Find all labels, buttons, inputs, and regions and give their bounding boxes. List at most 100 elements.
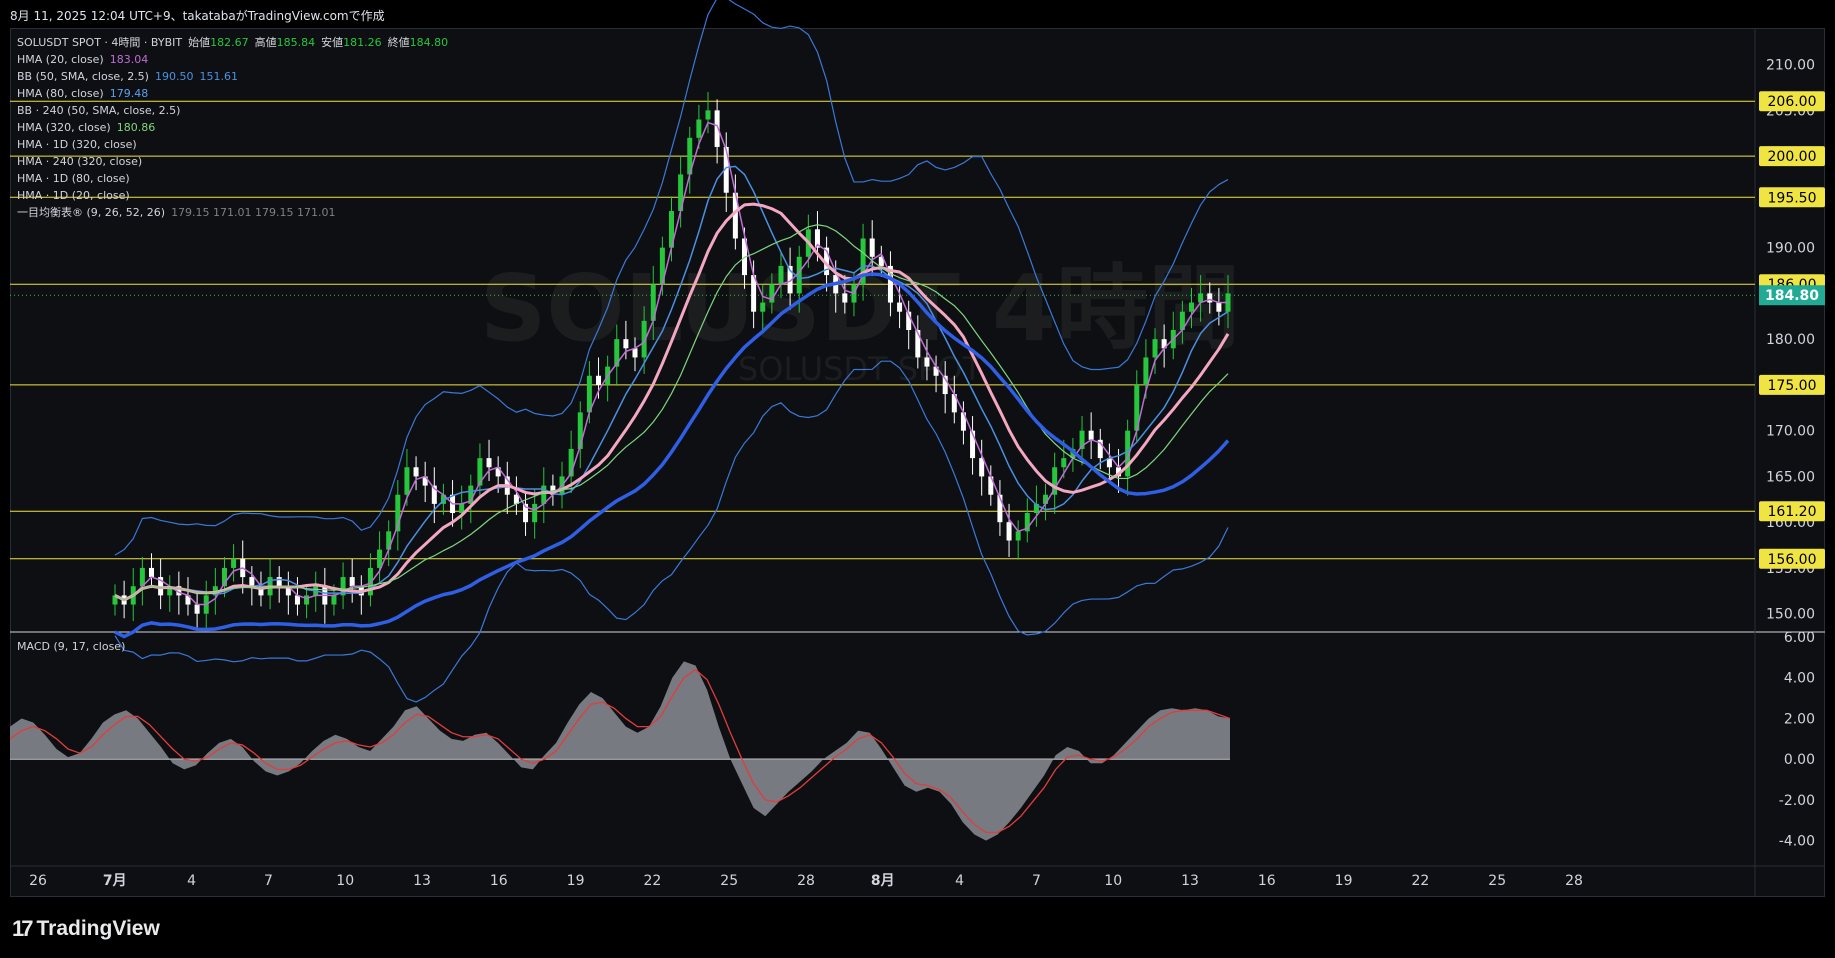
candle-body xyxy=(1216,302,1222,312)
y-tick-label: 210.00 xyxy=(1766,58,1815,74)
indicator-label: 一目均衡表® (9, 26, 52, 26) xyxy=(17,206,166,219)
legend-symbol-row: SOLUSDT SPOT · 4時間 · BYBIT 始値182.67 高値18… xyxy=(17,34,448,51)
legend-indicator-1[interactable]: BB (50, SMA, close, 2.5) 190.50 151.61 xyxy=(17,68,448,85)
candle-body xyxy=(349,577,355,587)
tradingview-logo-icon: 17 xyxy=(12,916,34,941)
indicator-label: HMA · 1D (320, close) xyxy=(17,138,137,151)
bb-lower-band xyxy=(114,360,1229,703)
open-label: 始値 xyxy=(188,36,211,49)
close-label: 終値 xyxy=(387,36,410,49)
watermark-title: SOLUSDT 4時間 xyxy=(480,255,1240,362)
y-tick-label: 190.00 xyxy=(1766,241,1815,257)
x-tick-label: 7 xyxy=(1032,873,1041,889)
level-label: 200.00 xyxy=(1768,149,1817,165)
x-tick-label: 16 xyxy=(1258,873,1276,889)
macd-label: MACD (9, 17, close) xyxy=(17,640,126,653)
indicator-label: HMA (80, close) xyxy=(17,87,104,100)
x-tick-label: 4 xyxy=(955,873,964,889)
x-tick-label: 25 xyxy=(720,873,738,889)
macd-y-tick-label: 0.00 xyxy=(1784,752,1815,768)
indicator-value: 179.15 171.01 179.15 171.01 xyxy=(171,206,336,219)
indicator-label: HMA · 1D (80, close) xyxy=(17,172,130,185)
level-label: 175.00 xyxy=(1768,378,1817,394)
legend-indicator-7[interactable]: HMA · 1D (80, close) xyxy=(17,170,448,187)
macd-y-tick-label: 4.00 xyxy=(1784,671,1815,687)
x-tick-label: 10 xyxy=(1104,873,1122,889)
indicator-value: 190.50 xyxy=(154,70,194,83)
candle-body xyxy=(705,110,711,120)
legend-symbol: SOLUSDT SPOT · 4時間 · BYBIT xyxy=(17,36,183,49)
candle-body xyxy=(404,467,410,495)
x-tick-label: 19 xyxy=(567,873,585,889)
candle-body xyxy=(696,119,702,138)
candle-body xyxy=(1088,430,1094,440)
close-value: 184.80 xyxy=(409,36,449,49)
indicator-value: 180.86 xyxy=(116,121,156,134)
candle-body xyxy=(304,595,310,605)
legend-indicator-3[interactable]: BB · 240 (50, SMA, close, 2.5) xyxy=(17,102,448,119)
candle-body xyxy=(1015,531,1021,541)
candle-body xyxy=(148,567,154,578)
x-tick-label: 8月 xyxy=(871,873,895,889)
indicator-value: 179.48 xyxy=(109,87,149,100)
macd-histogram-area xyxy=(10,661,1230,841)
macd-pane: 6.00 4.00 2.00 0.00 -2.00 -4.00 xyxy=(9,630,1815,850)
legend-indicator-6[interactable]: HMA · 240 (320, close) xyxy=(17,153,448,170)
candle-body xyxy=(486,458,492,468)
indicator-value: 183.04 xyxy=(109,53,149,66)
indicator-label: HMA · 1D (20, close) xyxy=(17,189,130,202)
high-value: 185.84 xyxy=(276,36,316,49)
candle-body xyxy=(842,293,848,303)
last-price-label: 184.80 xyxy=(1765,288,1819,304)
candle-body xyxy=(1152,339,1158,358)
candle-body xyxy=(276,577,282,587)
indicator-rows: HMA (20, close) 183.04 BB (50, SMA, close,… xyxy=(17,51,448,221)
y-axis-ticks: 150.00155.00160.00165.00170.00175.00180.… xyxy=(1766,58,1815,623)
y-tick-label: 165.00 xyxy=(1766,469,1815,485)
y-tick-label: 180.00 xyxy=(1766,332,1815,348)
legend-indicator-5[interactable]: HMA · 1D (320, close) xyxy=(17,136,448,153)
legend-indicator-2[interactable]: HMA (80, close) 179.48 xyxy=(17,85,448,102)
indicator-label: HMA (320, close) xyxy=(17,121,111,134)
indicator-value-2: 151.61 xyxy=(199,70,238,83)
x-tick-label: 19 xyxy=(1335,873,1353,889)
candle-body xyxy=(1006,522,1012,541)
y-tick-label: 150.00 xyxy=(1766,607,1815,623)
candle-body xyxy=(1189,302,1195,312)
legend-indicator-0[interactable]: HMA (20, close) 183.04 xyxy=(17,51,448,68)
macd-y-tick-label: 6.00 xyxy=(1784,630,1815,646)
x-axis-ticks: 26 7月 4 7 10 13 16 19 22 25 28 8月 4 7 10 13 16 19 22 25 28 xyxy=(29,873,1583,889)
legend-indicator-4[interactable]: HMA (320, close) 180.86 xyxy=(17,119,448,136)
x-tick-label: 10 xyxy=(336,873,354,889)
tradingview-brand: TradingView xyxy=(36,917,160,940)
tradingview-logo[interactable]: 17 TradingView xyxy=(12,916,160,942)
candle-body xyxy=(869,238,875,257)
open-value: 182.67 xyxy=(210,36,249,49)
x-tick-label: 16 xyxy=(490,873,508,889)
x-tick-label: 28 xyxy=(1565,873,1583,889)
level-label: 156.00 xyxy=(1768,552,1817,568)
legend-indicator-8[interactable]: HMA · 1D (20, close) xyxy=(17,187,448,204)
candle-body xyxy=(1143,357,1149,385)
y-tick-label: 170.00 xyxy=(1766,424,1815,440)
indicator-label: HMA (20, close) xyxy=(17,53,104,66)
level-label: 206.00 xyxy=(1768,94,1817,110)
x-tick-label: 4 xyxy=(187,873,196,889)
candle-body xyxy=(532,503,538,523)
legend: SOLUSDT SPOT · 4時間 · BYBIT 始値182.67 高値18… xyxy=(17,34,448,221)
x-tick-label: 22 xyxy=(643,873,661,889)
candle-body xyxy=(331,595,337,605)
candle-body xyxy=(249,577,255,587)
x-tick-label: 13 xyxy=(1181,873,1199,889)
candle-body xyxy=(1207,293,1213,303)
x-tick-label: 7月 xyxy=(103,873,127,889)
candle-body xyxy=(924,357,930,367)
macd-y-tick-label: -2.00 xyxy=(1779,793,1815,809)
low-label: 安値 xyxy=(321,36,344,49)
low-value: 181.26 xyxy=(343,36,382,49)
high-label: 高値 xyxy=(254,36,277,49)
legend-indicator-9[interactable]: 一目均衡表® (9, 26, 52, 26) 179.15 171.01 179.… xyxy=(17,204,448,221)
candle-body xyxy=(778,265,784,285)
x-tick-label: 25 xyxy=(1488,873,1506,889)
level-label: 195.50 xyxy=(1768,190,1817,206)
